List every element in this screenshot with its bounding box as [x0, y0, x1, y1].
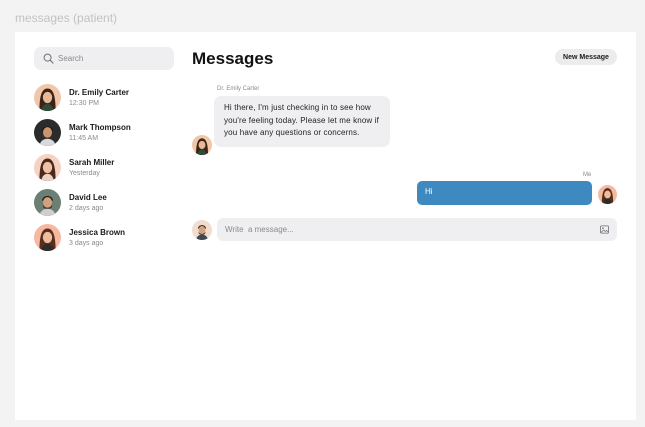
outgoing-sender-label: Me [583, 172, 592, 178]
contact-name: Sarah Miller [69, 157, 115, 167]
incoming-message-bubble: Hi there, I'm just checking in to see ho… [214, 96, 390, 147]
avatar [34, 84, 61, 111]
contact-time: 2 days ago [69, 204, 104, 212]
page-title: Messages [192, 49, 274, 68]
contact-time: 12:30 PM [69, 99, 99, 107]
avatar [34, 154, 61, 181]
contact-name: Mark Thompson [69, 122, 131, 132]
contact-time: Yesterday [69, 169, 100, 177]
image-icon[interactable] [600, 225, 609, 234]
new-message-button[interactable]: New Message [555, 49, 617, 65]
contact-item-emily-carter[interactable]: Dr. Emily Carter 12:30 PM [34, 80, 184, 115]
contact-name: Jessica Brown [69, 227, 126, 237]
outgoing-message-bubble: Hi [417, 181, 592, 205]
contact-item-jessica-brown[interactable]: Jessica Brown 3 days ago [34, 220, 184, 255]
contact-item-david-lee[interactable]: David Lee 2 days ago [34, 185, 184, 220]
contact-name: David Lee [69, 192, 107, 202]
avatar [192, 135, 212, 155]
message-composer[interactable] [217, 218, 617, 241]
incoming-sender-label: Dr. Emily Carter [217, 86, 260, 92]
page-label: messages (patient) [15, 11, 118, 25]
contact-time: 3 days ago [69, 239, 104, 247]
contact-time: 11:45 AM [69, 134, 99, 142]
contact-item-sarah-miller[interactable]: Sarah Miller Yesterday [34, 150, 184, 185]
avatar [34, 189, 61, 216]
search-input[interactable] [58, 54, 168, 63]
contact-item-mark-thompson[interactable]: Mark Thompson 11:45 AM [34, 115, 184, 150]
avatar [192, 220, 212, 240]
message-input[interactable] [225, 225, 585, 234]
search-icon [43, 53, 54, 64]
contact-name: Dr. Emily Carter [69, 87, 130, 97]
avatar [34, 119, 61, 146]
avatar [34, 224, 61, 251]
search-bar[interactable] [34, 47, 174, 70]
messages-panel: Dr. Emily Carter 12:30 PM Mark Thompson … [15, 32, 636, 420]
avatar [598, 185, 617, 204]
contact-list: Dr. Emily Carter 12:30 PM Mark Thompson … [34, 80, 184, 255]
